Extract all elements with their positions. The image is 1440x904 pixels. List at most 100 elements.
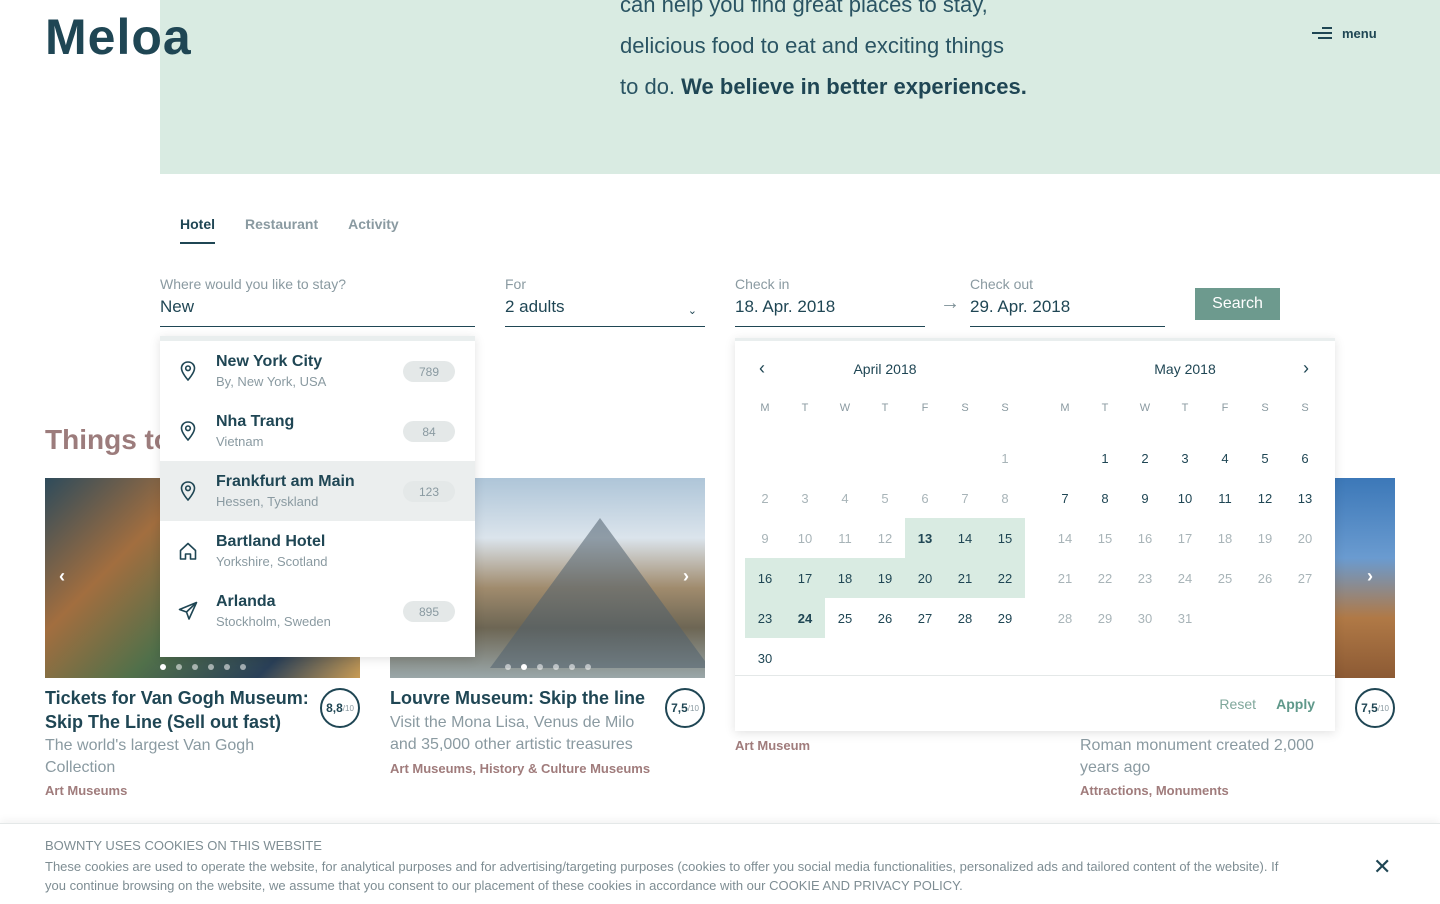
suggestion-item[interactable]: Arlanda Stockholm, Sweden 895 — [160, 581, 475, 641]
tab-restaurant[interactable]: Restaurant — [245, 216, 318, 244]
logo[interactable]: Meloa — [45, 8, 192, 66]
calendar-footer: Reset Apply — [735, 675, 1335, 731]
guests-field[interactable]: For 2 adults ⌄ — [505, 276, 705, 327]
calendar-day: 3 — [801, 490, 809, 506]
card-category[interactable]: Attractions, Monuments — [1080, 783, 1229, 798]
suggestion-count: 84 — [403, 421, 455, 442]
empty-day — [945, 438, 985, 478]
calendar-day[interactable]: 3 — [1165, 438, 1205, 478]
map-pin-icon — [160, 421, 216, 441]
calendar-day[interactable]: 16 — [745, 558, 785, 598]
rating-value: 7,5 — [1361, 701, 1378, 715]
calendar-day[interactable]: 20 — [905, 558, 945, 598]
suggestion-sub: Vietnam — [216, 434, 264, 449]
suggestion-name: New York City — [216, 353, 323, 370]
suggestion-item[interactable]: Bartland Hotel Yorkshire, Scotland — [160, 521, 475, 581]
calendar-day[interactable]: 6 — [1285, 438, 1325, 478]
calendar-day: 6 — [921, 490, 929, 506]
apply-button[interactable]: Apply — [1276, 696, 1315, 712]
suggestion-item[interactable]: Frankfurt am Main Hessen, Tyskland 123 — [160, 461, 475, 521]
calendar-day[interactable]: 30 — [745, 638, 785, 678]
calendar-day[interactable]: 7 — [1045, 478, 1085, 518]
calendar-day: 26 — [1257, 570, 1273, 586]
calendar-day[interactable]: 11 — [1205, 478, 1245, 518]
suggestion-name: Bartland Hotel — [216, 533, 326, 550]
suggestion-item[interactable]: New York City By, New York, USA 789 — [160, 341, 475, 401]
calendar-day[interactable]: 13 — [1285, 478, 1325, 518]
menu-label: menu — [1342, 25, 1377, 41]
menu-button[interactable]: menu — [1312, 25, 1377, 41]
calendar-day[interactable]: 13 — [905, 518, 945, 558]
checkout-field[interactable]: Check out 29. Apr. 2018 — [970, 276, 1165, 327]
card-desc-line: Roman monument created 2,000 — [1080, 737, 1314, 754]
destination-field: Where would you like to stay? — [160, 276, 475, 327]
calendar-day: 18 — [1217, 530, 1233, 546]
card-category[interactable]: Art Museum — [735, 738, 810, 753]
calendar-day: 10 — [797, 530, 813, 546]
calendar-day: 29 — [1097, 610, 1113, 626]
calendar-day[interactable]: 28 — [945, 598, 985, 638]
weekday-label: S — [1001, 402, 1009, 414]
calendar-day[interactable]: 5 — [1245, 438, 1285, 478]
calendar-day[interactable]: 27 — [905, 598, 945, 638]
chevron-right-icon[interactable]: › — [1367, 566, 1373, 587]
chevron-right-icon[interactable]: › — [683, 566, 689, 587]
calendar-day[interactable]: 12 — [1245, 478, 1285, 518]
weekday-label: T — [801, 402, 809, 414]
calendar-day[interactable]: 15 — [985, 518, 1025, 558]
calendar-day[interactable]: 23 — [745, 598, 785, 638]
tab-activity[interactable]: Activity — [348, 216, 399, 244]
calendar-day[interactable]: 29 — [985, 598, 1025, 638]
checkin-label: Check in — [735, 276, 790, 292]
calendar-day: 2 — [761, 490, 769, 506]
destination-suggestions: New York City By, New York, USA 789 Nha T… — [160, 336, 475, 657]
calendar-day[interactable]: 21 — [945, 558, 985, 598]
calendar-day[interactable]: 8 — [1085, 478, 1125, 518]
calendar-day[interactable]: 10 — [1165, 478, 1205, 518]
chevron-left-icon[interactable]: ‹ — [59, 566, 65, 587]
empty-day — [1045, 438, 1085, 478]
calendar-day[interactable]: 14 — [945, 518, 985, 558]
card-title-louvre[interactable]: Louvre Museum: Skip the line — [390, 686, 660, 710]
suggestion-sub: Stockholm, Sweden — [216, 614, 331, 629]
checkin-value[interactable]: 18. Apr. 2018 — [735, 297, 925, 317]
search-button[interactable]: Search — [1195, 288, 1280, 320]
calendar-day[interactable]: 2 — [1125, 438, 1165, 478]
calendar-day[interactable]: 9 — [1125, 478, 1165, 518]
calendar-day[interactable]: 25 — [825, 598, 865, 638]
suggestion-item[interactable]: Nha Trang Vietnam 84 — [160, 401, 475, 461]
close-icon[interactable]: ✕ — [1373, 854, 1391, 880]
rating-value: 8,8 — [326, 701, 343, 715]
weekday-label: M — [1060, 402, 1070, 414]
suggestion-sub: By, New York, USA — [216, 374, 327, 389]
calendar-day[interactable]: 17 — [785, 558, 825, 598]
calendar-day: 25 — [1217, 570, 1233, 586]
reset-button[interactable]: Reset — [1219, 696, 1256, 712]
calendar-day[interactable]: 4 — [1205, 438, 1245, 478]
destination-label: Where would you like to stay? — [160, 276, 346, 292]
destination-input[interactable] — [160, 297, 475, 317]
carousel-dots — [159, 664, 246, 670]
checkin-field[interactable]: Check in 18. Apr. 2018 — [735, 276, 925, 327]
calendar-day[interactable]: 19 — [865, 558, 905, 598]
calendar-day[interactable]: 1 — [1085, 438, 1125, 478]
empty-day — [825, 438, 865, 478]
calendar-day[interactable]: 22 — [985, 558, 1025, 598]
pyramid-shape — [490, 518, 705, 668]
guests-select[interactable]: 2 adults — [505, 297, 705, 317]
calendar-day: 1 — [1001, 450, 1009, 466]
calendar-day: 16 — [1137, 530, 1153, 546]
card-category[interactable]: Art Museums, History & Culture Museums — [390, 761, 650, 776]
suggestion-count: 789 — [403, 361, 455, 382]
calendar-day[interactable]: 24 — [785, 598, 825, 638]
calendar-day[interactable]: 26 — [865, 598, 905, 638]
tab-hotel[interactable]: Hotel — [180, 216, 215, 244]
checkout-value[interactable]: 29. Apr. 2018 — [970, 297, 1165, 317]
card-title-line: Tickets for Van Gogh Museum: — [45, 688, 309, 708]
guests-label: For — [505, 276, 526, 292]
card-image-colosseum[interactable]: › — [1335, 478, 1395, 678]
hamburger-icon — [1312, 25, 1332, 41]
card-title-van-gogh[interactable]: Tickets for Van Gogh Museum: Skip The Li… — [45, 686, 315, 734]
card-category[interactable]: Art Museums — [45, 783, 127, 798]
calendar-day[interactable]: 18 — [825, 558, 865, 598]
